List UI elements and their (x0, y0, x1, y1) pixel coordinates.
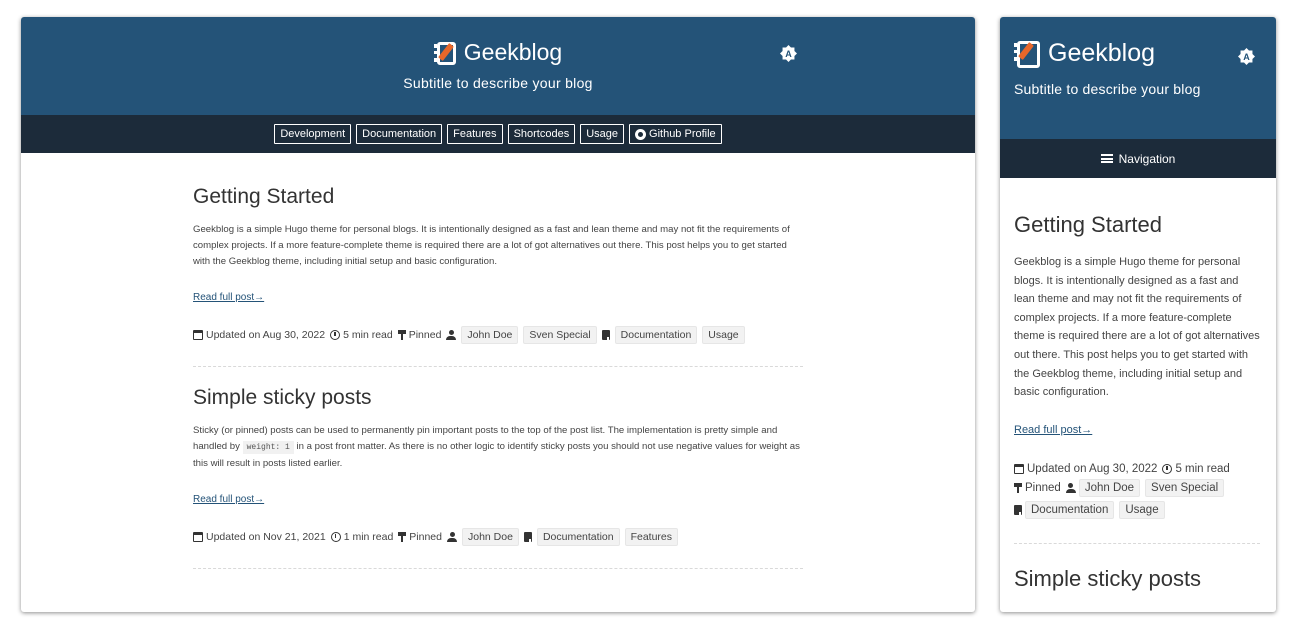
post-summary: Geekblog is a simple Hugo theme for pers… (1014, 256, 1260, 399)
read-more-link[interactable]: Read full post→ (193, 494, 264, 505)
calendar-icon (1014, 463, 1024, 474)
pin-icon (1014, 482, 1022, 493)
post-pinned: Pinned (1025, 481, 1061, 494)
post-card: Simple sticky posts (1014, 566, 1260, 592)
calendar-icon (193, 532, 203, 542)
bookmark-icon (1014, 504, 1022, 515)
clock-icon (1162, 463, 1173, 474)
post-meta: Updated on Aug 30, 2022 5 min read Pinne… (1014, 463, 1260, 519)
hamburger-icon (1100, 154, 1113, 163)
navigation-label: Navigation (1118, 151, 1176, 166)
menu-item-label: Features (453, 128, 497, 140)
menu-item-shortcodes[interactable]: Shortcodes (507, 124, 576, 144)
menu-item-github-profile[interactable]: Github Profile (629, 124, 722, 144)
menu-item-features[interactable]: Features (447, 124, 503, 144)
post-updated: Updated on Aug 30, 2022 (206, 329, 326, 341)
mobile-view: Geekblog Subtitle to describe your blog … (1000, 17, 1276, 612)
post-summary: Geekblog is a simple Hugo theme for pers… (193, 224, 790, 267)
author-tag[interactable]: John Doe (1078, 478, 1141, 497)
post-updated: Updated on Nov 21, 2021 (206, 531, 326, 543)
clock-icon (330, 532, 341, 542)
category-tag[interactable]: Usage (702, 326, 745, 344)
category-tag[interactable]: Documentation (536, 528, 620, 546)
user-icon (1065, 482, 1076, 493)
menu-item-label: Documentation (362, 128, 437, 140)
bookmark-icon (601, 330, 610, 340)
read-more-link[interactable]: Read full post→ (1014, 424, 1092, 436)
post-pinned: Pinned (409, 531, 442, 543)
geekblog-logo-icon (1014, 40, 1040, 68)
user-icon (447, 532, 457, 542)
post-read-time: 5 min read (1175, 462, 1230, 475)
bookmark-icon (523, 532, 532, 542)
menu-item-label: Github Profile (649, 128, 716, 140)
pin-icon (397, 330, 406, 340)
post-pinned: Pinned (408, 329, 442, 341)
author-tag[interactable]: Sven Special (523, 326, 597, 344)
post-list: Getting Started Geekblog is a simple Hug… (193, 185, 803, 588)
post-list: Getting Started Geekblog is a simple Hug… (1014, 212, 1260, 607)
menu-item-usage[interactable]: Usage (580, 124, 625, 144)
post-read-time: 5 min read (343, 329, 393, 341)
pin-icon (398, 532, 407, 542)
author-tag[interactable]: John Doe (462, 528, 519, 546)
user-icon (446, 330, 457, 340)
post-divider (193, 366, 803, 367)
category-tag[interactable]: Features (624, 528, 679, 546)
category-tag[interactable]: Documentation (614, 326, 698, 344)
post-divider (193, 568, 803, 569)
menu-item-development[interactable]: Development (274, 124, 352, 144)
post-title[interactable]: Getting Started (1014, 212, 1260, 238)
main-menu: Development Documentation Features Short… (21, 115, 975, 153)
category-tag[interactable]: Documentation (1025, 500, 1115, 519)
github-icon (635, 128, 647, 140)
site-header: Geekblog Subtitle to describe your blog … (21, 17, 975, 115)
author-tag[interactable]: John Doe (461, 326, 519, 344)
post-read-time: 1 min read (343, 531, 394, 543)
clock-icon (330, 330, 341, 340)
theme-toggle-button[interactable]: A (780, 45, 797, 62)
post-card: Getting Started Geekblog is a simple Hug… (193, 185, 803, 344)
read-more-link[interactable]: Read full post→ (193, 292, 264, 303)
geekblog-logo-icon (433, 41, 456, 65)
site-subtitle: Subtitle to describe your blog (403, 75, 593, 91)
post-card: Getting Started Geekblog is a simple Hug… (1014, 212, 1260, 519)
category-tag[interactable]: Usage (1119, 500, 1165, 519)
author-tag[interactable]: Sven Special (1145, 478, 1225, 497)
calendar-icon (193, 330, 203, 340)
theme-toggle-letter: A (785, 48, 792, 59)
post-card: Simple sticky posts Sticky (or pinned) p… (193, 386, 803, 546)
mobile-navigation-toggle[interactable]: Navigation (1000, 139, 1276, 178)
site-brand-link[interactable]: Geekblog (1014, 39, 1155, 68)
post-divider (1014, 542, 1260, 544)
site-brand-link[interactable]: Geekblog (21, 39, 975, 66)
menu-item-label: Usage (586, 128, 619, 140)
menu-item-label: Shortcodes (513, 128, 570, 140)
post-meta: Updated on Aug 30, 2022 5 min read Pinne… (193, 326, 803, 344)
site-title: Geekblog (463, 39, 563, 65)
desktop-view: Geekblog Subtitle to describe your blog … (21, 17, 975, 612)
menu-item-label: Development (280, 128, 346, 140)
post-updated: Updated on Aug 30, 2022 (1027, 462, 1158, 475)
site-title: Geekblog (1048, 39, 1156, 67)
post-title[interactable]: Simple sticky posts (193, 386, 803, 410)
inline-code: weight: 1 (242, 441, 294, 454)
theme-toggle-letter: A (1243, 51, 1250, 62)
site-subtitle: Subtitle to describe your blog (1014, 81, 1201, 97)
theme-toggle-button[interactable]: A (1238, 48, 1255, 65)
post-summary: Sticky (or pinned) posts can be used to … (193, 423, 803, 472)
menu-item-documentation[interactable]: Documentation (356, 124, 443, 144)
post-meta: Updated on Nov 21, 2021 1 min read Pinne… (193, 528, 803, 546)
post-title[interactable]: Getting Started (193, 185, 803, 209)
site-header: Geekblog Subtitle to describe your blog … (1000, 17, 1276, 139)
post-title[interactable]: Simple sticky posts (1014, 566, 1260, 592)
